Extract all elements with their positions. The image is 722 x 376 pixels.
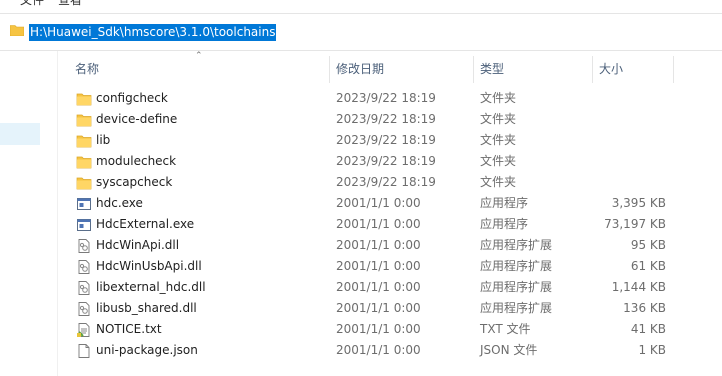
file-type: TXT 文件 <box>480 322 531 336</box>
file-name: lib <box>96 133 111 147</box>
folder-icon <box>76 154 92 170</box>
file-name: HdcWinApi.dll <box>96 238 180 252</box>
file-size: 73,197 KB <box>604 217 666 231</box>
file-modified-date: 2023/9/22 18:19 <box>336 154 436 168</box>
file-name: uni-package.json <box>96 343 198 357</box>
file-type: 应用程序 <box>480 217 529 231</box>
file-row[interactable]: uni-package.json 2001/1/1 0:00 JSON 文件 1 KB <box>0 340 722 361</box>
file-name: hdc.exe <box>96 196 143 210</box>
file-row[interactable]: libexternal_hdc.dll 2001/1/1 0:00 应用程序扩展 1,… <box>0 277 722 298</box>
file-modified-date: 2023/9/22 18:19 <box>336 133 436 147</box>
file-type: 文件夹 <box>480 133 517 147</box>
file-modified-date: 2001/1/1 0:00 <box>336 343 421 357</box>
file-name: modulecheck <box>96 154 177 168</box>
file-type: 应用程序扩展 <box>480 238 553 252</box>
address-path-input[interactable]: H:\Huawei_Sdk\hmscore\3.1.0\toolchains <box>29 24 277 41</box>
folder-icon <box>76 133 92 149</box>
dll-icon <box>76 301 92 317</box>
file-modified-date: 2001/1/1 0:00 <box>336 301 421 315</box>
sort-ascending-icon: ⌃ <box>195 51 203 61</box>
file-modified-date: 2001/1/1 0:00 <box>336 217 421 231</box>
column-header: ⌃ 名称 修改日期 类型 大小 <box>57 51 722 86</box>
file-type: 文件夹 <box>480 112 517 126</box>
file-type: 文件夹 <box>480 91 517 105</box>
file-name: libusb_shared.dll <box>96 301 197 315</box>
file-row[interactable]: configcheck 2023/9/22 18:19 文件夹 <box>0 88 722 109</box>
column-divider[interactable] <box>329 56 330 83</box>
file-modified-date: 2001/1/1 0:00 <box>336 322 421 336</box>
file-size: 95 KB <box>630 238 666 252</box>
dll-icon <box>76 238 92 254</box>
file-name: HdcWinUsbApi.dll <box>96 259 202 273</box>
file-size: 1,144 KB <box>611 280 666 294</box>
column-divider[interactable] <box>473 56 474 83</box>
folder-icon <box>76 112 92 128</box>
column-divider[interactable] <box>592 56 593 83</box>
file-row[interactable]: libusb_shared.dll 2001/1/1 0:00 应用程序扩展 136 … <box>0 298 722 319</box>
address-bar[interactable]: H:\Huawei_Sdk\hmscore\3.1.0\toolchains <box>0 13 722 51</box>
folder-icon <box>76 175 92 191</box>
file-modified-date: 2001/1/1 0:00 <box>336 259 421 273</box>
file-name: configcheck <box>96 91 168 105</box>
file-size: 3,395 KB <box>611 196 666 210</box>
file-row[interactable]: HdcWinApi.dll 2001/1/1 0:00 应用程序扩展 95 KB <box>0 235 722 256</box>
file-row[interactable]: HdcExternal.exe 2001/1/1 0:00 应用程序 73,197 K… <box>0 214 722 235</box>
folder-icon <box>10 25 24 36</box>
file-explorer-window: 文件 查看 H:\Huawei_Sdk\hmscore\3.1.0\toolch… <box>0 0 722 376</box>
column-type-header[interactable]: 类型 <box>480 61 504 77</box>
file-row[interactable]: device-define 2023/9/22 18:19 文件夹 <box>0 109 722 130</box>
menu-view[interactable]: 查看 <box>58 0 82 8</box>
file-modified-date: 2023/9/22 18:19 <box>336 175 436 189</box>
file-icon <box>76 343 92 359</box>
file-size: 41 KB <box>630 322 666 336</box>
file-row[interactable]: HdcWinUsbApi.dll 2001/1/1 0:00 应用程序扩展 61 KB <box>0 256 722 277</box>
file-name: NOTICE.txt <box>96 322 162 336</box>
exe-icon <box>76 196 92 212</box>
file-size: 136 KB <box>623 301 666 315</box>
file-row[interactable]: NOTICE.txt 2001/1/1 0:00 TXT 文件 41 KB <box>0 319 722 340</box>
file-type: 文件夹 <box>480 154 517 168</box>
file-modified-date: 2023/9/22 18:19 <box>336 91 436 105</box>
file-modified-date: 2001/1/1 0:00 <box>336 280 421 294</box>
column-size-header[interactable]: 大小 <box>599 61 623 77</box>
txt-icon <box>76 322 92 338</box>
file-row[interactable]: lib 2023/9/22 18:19 文件夹 <box>0 130 722 151</box>
ribbon-tabs: 文件 查看 <box>0 0 722 12</box>
file-size: 1 KB <box>638 343 666 357</box>
file-modified-date: 2023/9/22 18:19 <box>336 112 436 126</box>
column-name-header[interactable]: 名称 <box>75 61 99 77</box>
file-size: 61 KB <box>630 259 666 273</box>
menu-file[interactable]: 文件 <box>20 0 44 8</box>
file-row[interactable]: hdc.exe 2001/1/1 0:00 应用程序 3,395 KB <box>0 193 722 214</box>
file-type: 应用程序扩展 <box>480 259 553 273</box>
column-date-header[interactable]: 修改日期 <box>336 61 384 77</box>
file-name: syscapcheck <box>96 175 173 189</box>
dll-icon <box>76 280 92 296</box>
exe-icon <box>76 217 92 233</box>
file-row[interactable]: modulecheck 2023/9/22 18:19 文件夹 <box>0 151 722 172</box>
file-type: 应用程序 <box>480 196 529 210</box>
file-type: 应用程序扩展 <box>480 280 553 294</box>
column-divider[interactable] <box>673 56 674 83</box>
file-row[interactable]: syscapcheck 2023/9/22 18:19 文件夹 <box>0 172 722 193</box>
folder-icon <box>76 91 92 107</box>
file-modified-date: 2001/1/1 0:00 <box>336 196 421 210</box>
dll-icon <box>76 259 92 275</box>
file-modified-date: 2001/1/1 0:00 <box>336 238 421 252</box>
file-name: device-define <box>96 112 178 126</box>
file-name: libexternal_hdc.dll <box>96 280 206 294</box>
file-type: JSON 文件 <box>480 343 538 357</box>
file-type: 应用程序扩展 <box>480 301 553 315</box>
file-type: 文件夹 <box>480 175 517 189</box>
file-name: HdcExternal.exe <box>96 217 195 231</box>
